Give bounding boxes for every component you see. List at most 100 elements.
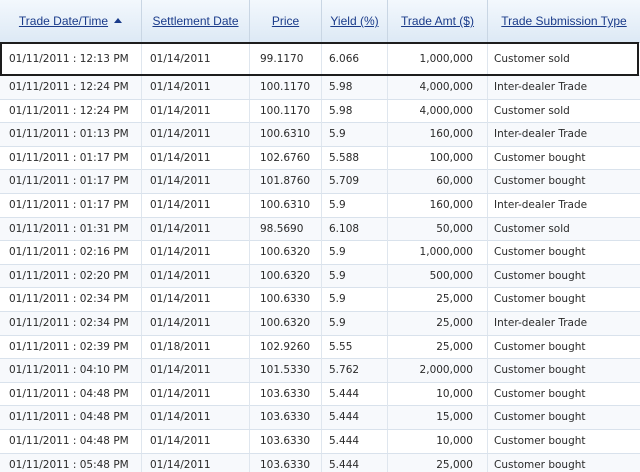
trade-submission-type-cell: Customer bought [494,246,586,259]
settlement-date-cell: 01/14/2011 [142,170,250,194]
settlement-date-cell: 01/14/2011 [142,99,250,123]
settlement-date-cell: 01/14/2011 [142,382,250,406]
settlement-date-cell: 01/14/2011 [142,429,250,453]
table-row[interactable]: 01/11/2011 : 02:16 PM 01/14/2011 100.6320 5… [0,241,640,265]
settlement-date-cell: 01/14/2011 [142,311,250,335]
trade-amt-cell: 15,000 [388,406,488,430]
trade-date-time-cell: 01/11/2011 : 02:16 PM [0,241,142,265]
settlement-date-cell: 01/18/2011 [142,335,250,359]
trade-amt-cell: 160,000 [388,193,488,217]
table-row[interactable]: 01/11/2011 : 04:48 PM 01/14/2011 103.6330 5… [0,406,640,430]
yield-cell: 5.9 [322,193,388,217]
yield-cell: 5.98 [322,99,388,123]
settlement-date-cell: 01/14/2011 [142,193,250,217]
column-header-trade-amt[interactable]: Trade Amt ($) [388,0,488,42]
column-header-price[interactable]: Price [250,0,322,42]
trade-date-time-cell: 01/11/2011 : 04:48 PM [0,406,142,430]
trade-date-time-header-label[interactable]: Trade Date/Time [19,14,108,28]
trade-amt-cell: 4,000,000 [388,76,488,99]
trade-submission-type-cell: Customer bought [494,387,586,400]
trade-amt-cell: 500,000 [388,264,488,288]
table-row[interactable]: 01/11/2011 : 12:13 PM 01/14/2011 99.1170 6.… [0,43,640,76]
table-row[interactable]: 01/11/2011 : 05:48 PM 01/14/2011 103.6330 5… [0,453,640,472]
trade-date-time-cell: 01/11/2011 : 05:48 PM [0,453,142,472]
trade-amt-header-label[interactable]: Trade Amt ($) [401,14,474,28]
trade-date-time-cell: 01/11/2011 : 12:24 PM [0,99,142,123]
column-header-yield[interactable]: Yield (%) [322,0,388,42]
trade-amt-cell: 160,000 [388,123,488,147]
trade-amt-cell: 2,000,000 [388,359,488,383]
settlement-date-cell: 01/14/2011 [142,123,250,147]
settlement-date-cell: 01/14/2011 [142,264,250,288]
yield-cell: 5.709 [322,170,388,194]
table-row[interactable]: 01/11/2011 : 12:24 PM 01/14/2011 100.1170 5… [0,76,640,100]
yield-cell: 5.444 [322,429,388,453]
trade-amt-cell: 100,000 [388,146,488,170]
price-cell: 103.6330 [250,429,322,453]
table-row[interactable]: 01/11/2011 : 01:17 PM 01/14/2011 102.6760 5… [0,146,640,171]
trade-submission-type-cell: Customer sold [494,104,570,117]
price-header-label[interactable]: Price [272,14,299,28]
table-row[interactable]: 01/11/2011 : 02:39 PM 01/18/2011 102.9260 5… [0,335,640,360]
column-header-settlement-date[interactable]: Settlement Date [142,0,250,42]
trade-date-time-cell: 01/11/2011 : 01:13 PM [0,123,142,147]
trade-date-time-cell: 01/11/2011 : 02:34 PM [0,311,142,335]
column-header-trade-date-time[interactable]: Trade Date/Time [0,0,142,42]
trade-amt-cell: 1,000,000 [388,241,488,265]
trade-submission-type-cell: Inter-dealer Trade [494,81,588,93]
price-cell: 99.1170 [250,43,322,76]
trade-date-time-cell: 01/11/2011 : 04:48 PM [0,429,142,453]
yield-cell: 5.9 [322,123,388,147]
trade-submission-type-cell: Customer bought [494,269,586,282]
table-row[interactable]: 01/11/2011 : 04:48 PM 01/14/2011 103.6330 5… [0,382,640,407]
price-cell: 100.6320 [250,264,322,288]
table-row[interactable]: 01/11/2011 : 01:17 PM 01/14/2011 100.6310 5… [0,193,640,218]
trade-date-time-cell: 01/11/2011 : 12:24 PM [0,76,142,99]
column-header-trade-submission-type[interactable]: Trade Submission Type [488,0,640,42]
yield-header-label[interactable]: Yield (%) [330,14,378,28]
yield-cell: 5.55 [322,335,388,359]
price-cell: 100.6330 [250,288,322,312]
yield-cell: 5.444 [322,382,388,406]
trade-date-time-cell: 01/11/2011 : 02:20 PM [0,264,142,288]
yield-cell: 6.066 [322,43,388,76]
trade-date-time-cell: 01/11/2011 : 04:48 PM [0,382,142,406]
price-cell: 103.6330 [250,382,322,406]
table-row[interactable]: 01/11/2011 : 04:10 PM 01/14/2011 101.5330 5… [0,359,640,383]
settlement-date-cell: 01/14/2011 [142,217,250,241]
trade-amt-cell: 50,000 [388,217,488,241]
trade-submission-type-header-label[interactable]: Trade Submission Type [501,14,626,28]
settlement-date-cell: 01/14/2011 [142,406,250,430]
table-row[interactable]: 01/11/2011 : 04:48 PM 01/14/2011 103.6330 5… [0,429,640,454]
trade-date-time-cell: 01/11/2011 : 01:17 PM [0,170,142,194]
trade-amt-cell: 25,000 [388,335,488,359]
table-row[interactable]: 01/11/2011 : 12:24 PM 01/14/2011 100.1170 5… [0,99,640,124]
settlement-date-cell: 01/14/2011 [142,453,250,472]
table-row[interactable]: 01/11/2011 : 01:17 PM 01/14/2011 101.8760 5… [0,170,640,194]
yield-cell: 5.9 [322,288,388,312]
table-header: Trade Date/Time Settlement Date Price Yi… [0,0,640,43]
yield-cell: 6.108 [322,217,388,241]
trade-submission-type-cell: Customer bought [494,293,586,306]
price-cell: 98.5690 [250,217,322,241]
trade-amt-cell: 25,000 [388,311,488,335]
sort-ascending-icon[interactable] [114,18,123,23]
price-cell: 101.8760 [250,170,322,194]
table-row[interactable]: 01/11/2011 : 02:34 PM 01/14/2011 100.6320 5… [0,311,640,336]
trade-submission-type-cell: Customer bought [494,340,586,353]
trade-amt-cell: 25,000 [388,288,488,312]
trade-date-time-cell: 01/11/2011 : 04:10 PM [0,359,142,383]
table-row[interactable]: 01/11/2011 : 01:13 PM 01/14/2011 100.6310 5… [0,123,640,147]
settlement-date-header-label[interactable]: Settlement Date [152,14,238,28]
table-body: 01/11/2011 : 12:13 PM 01/14/2011 99.1170 6.… [0,43,640,472]
table-row[interactable]: 01/11/2011 : 02:20 PM 01/14/2011 100.6320 5… [0,264,640,289]
price-cell: 101.5330 [250,359,322,383]
settlement-date-cell: 01/14/2011 [142,359,250,383]
price-cell: 100.1170 [250,76,322,99]
trade-submission-type-cell: Inter-dealer Trade [494,198,588,211]
table-row[interactable]: 01/11/2011 : 01:31 PM 01/14/2011 98.5690 6.… [0,217,640,242]
trade-amt-cell: 4,000,000 [388,99,488,123]
table-row[interactable]: 01/11/2011 : 02:34 PM 01/14/2011 100.6330 5… [0,288,640,312]
yield-cell: 5.98 [322,76,388,99]
price-cell: 102.6760 [250,146,322,170]
